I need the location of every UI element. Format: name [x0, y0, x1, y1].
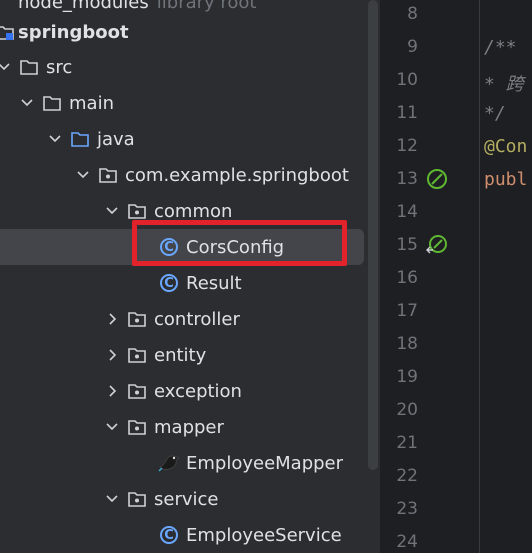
- node-modules-label: node_modules: [18, 0, 149, 13]
- tree-label: main: [69, 92, 114, 114]
- class-icon: C: [158, 272, 180, 294]
- tree-item-controller[interactable]: controller: [0, 301, 368, 337]
- tree-item-result[interactable]: C Result: [0, 265, 368, 301]
- line-number: 16: [396, 268, 418, 288]
- line-number: 11: [396, 103, 418, 123]
- tree-label: src: [46, 56, 73, 78]
- tree-label: exception: [154, 380, 242, 402]
- package-icon: [126, 416, 148, 438]
- chevron-down-icon[interactable]: [100, 420, 124, 434]
- override-method-icon[interactable]: [426, 234, 448, 256]
- tree-item-springboot[interactable]: springboot: [0, 14, 368, 50]
- tree-label: EmployeeMapper: [186, 452, 344, 474]
- line-number: 15: [396, 235, 418, 255]
- source-folder-icon: [69, 128, 91, 150]
- chevron-down-icon[interactable]: [100, 492, 124, 506]
- tree-label: EmployeeService: [186, 524, 342, 546]
- code-editor[interactable]: 8 9 10 11 12 13 14 15 16 17 18 19 20 21 …: [382, 0, 532, 553]
- package-icon: [126, 200, 148, 222]
- package-icon: [97, 164, 119, 186]
- line-number: 9: [407, 37, 418, 57]
- tree-item-employeeservice[interactable]: C EmployeeService: [0, 517, 368, 553]
- tree-item-src[interactable]: src: [0, 49, 368, 85]
- code-line-9: /**: [484, 37, 517, 58]
- line-number: 13: [396, 169, 418, 189]
- tree-item-package-root[interactable]: com.example.springboot: [0, 157, 368, 193]
- folder-icon: [41, 92, 63, 114]
- code-line-12: @Con: [484, 136, 528, 157]
- vertical-scrollbar[interactable]: [368, 0, 378, 470]
- line-number: 21: [396, 433, 418, 453]
- code-line-11: */: [484, 103, 506, 124]
- class-icon: C: [158, 524, 180, 546]
- line-number: 17: [396, 301, 418, 321]
- line-number: 8: [407, 4, 418, 24]
- line-number: 10: [396, 70, 418, 90]
- project-tool-window: node_modules library root springboot src…: [0, 0, 380, 553]
- tree-item-service[interactable]: service: [0, 481, 368, 517]
- tree-label: common: [154, 200, 233, 222]
- chevron-right-icon[interactable]: [100, 384, 124, 398]
- package-icon: [126, 380, 148, 402]
- tree-item-entity[interactable]: entity: [0, 337, 368, 373]
- red-highlight-box: [132, 220, 347, 266]
- tree-label: controller: [154, 308, 240, 330]
- line-number: 23: [396, 499, 418, 519]
- tree-item-java[interactable]: java: [0, 121, 368, 157]
- tree-label: mapper: [154, 416, 224, 438]
- springboot-label: springboot: [18, 21, 129, 43]
- chevron-right-icon[interactable]: [100, 312, 124, 326]
- line-number: 18: [396, 334, 418, 354]
- code-line-13: publ: [484, 169, 528, 190]
- chevron-down-icon[interactable]: [15, 96, 39, 110]
- tree-label: entity: [154, 344, 207, 366]
- package-icon: [126, 308, 148, 330]
- line-number: 20: [396, 400, 418, 420]
- chevron-down-icon[interactable]: [0, 60, 16, 74]
- chevron-right-icon[interactable]: [100, 348, 124, 362]
- tree-item-main[interactable]: main: [0, 85, 368, 121]
- package-icon: [126, 488, 148, 510]
- library-root-hint: library root: [156, 0, 257, 13]
- tree-label: com.example.springboot: [125, 164, 349, 186]
- gutter-separator: [479, 0, 480, 553]
- spring-bean-icon[interactable]: [426, 168, 448, 190]
- folder-icon: [18, 56, 40, 78]
- chevron-down-icon[interactable]: [71, 168, 95, 182]
- tree-item-mapper[interactable]: mapper: [0, 409, 368, 445]
- line-number: 14: [396, 202, 418, 222]
- tree-label: Result: [186, 272, 242, 294]
- package-icon: [126, 344, 148, 366]
- tree-label: java: [97, 128, 135, 150]
- tree-label: service: [154, 488, 219, 510]
- chevron-down-icon[interactable]: [43, 132, 67, 146]
- tree-item-exception[interactable]: exception: [0, 373, 368, 409]
- editor-gutter: 8 9 10 11 12 13 14 15 16 17 18 19 20 21 …: [382, 0, 480, 553]
- chevron-down-icon[interactable]: [100, 204, 124, 218]
- line-number: 12: [396, 136, 418, 156]
- code-line-10: * 跨: [484, 74, 524, 95]
- mybatis-bird-icon: [158, 452, 180, 474]
- module-folder-icon: [0, 21, 16, 43]
- line-number: 22: [396, 466, 418, 486]
- line-number: 19: [396, 367, 418, 387]
- line-number: 24: [396, 532, 418, 552]
- tree-item-employeemapper[interactable]: EmployeeMapper: [0, 445, 368, 481]
